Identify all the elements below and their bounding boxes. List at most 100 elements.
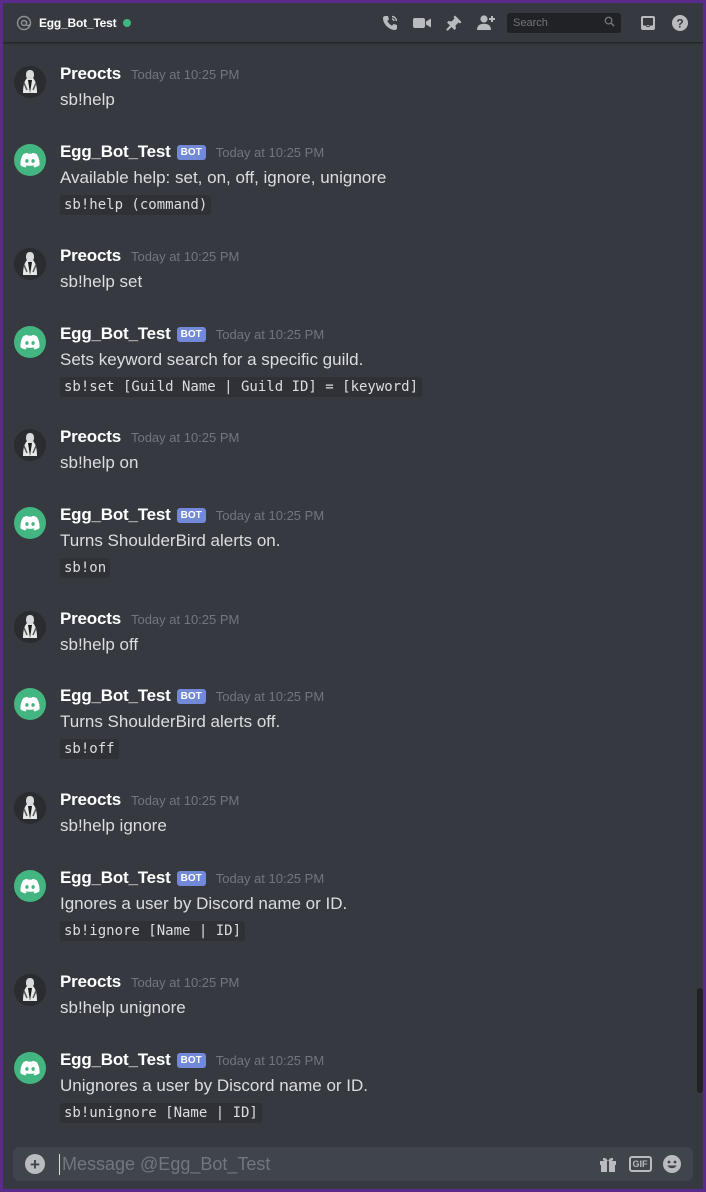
message-text: Sets keyword search for a specific guild…: [60, 350, 364, 369]
inline-code: sb!off: [60, 739, 119, 759]
message-list[interactable]: Preocts Today at 10:25 PM sb!help Egg_Bot_T…: [3, 44, 703, 1141]
message-text: Ignores a user by Discord name or ID.: [60, 894, 348, 913]
message-text: Available help: set, on, off, ignore, un…: [60, 168, 387, 187]
author-name[interactable]: Preocts: [60, 64, 121, 84]
author-name[interactable]: Preocts: [60, 790, 121, 810]
author-name[interactable]: Egg_Bot_Test: [60, 505, 171, 525]
scrollbar-track[interactable]: [695, 44, 701, 1141]
message-text: Unignores a user by Discord name or ID.: [60, 1076, 369, 1095]
message-timestamp: Today at 10:25 PM: [130, 67, 240, 82]
author-name[interactable]: Egg_Bot_Test: [60, 1050, 171, 1070]
message-item[interactable]: Egg_Bot_Test BOT Today at 10:25 PM Sets key…: [3, 324, 703, 397]
svg-text:?: ?: [676, 16, 683, 30]
message-item[interactable]: Egg_Bot_Test BOT Today at 10:25 PM Turns Sh…: [3, 505, 703, 578]
message-timestamp: Today at 10:25 PM: [130, 612, 240, 627]
message-item[interactable]: Preocts Today at 10:25 PM sb!help on: [3, 427, 703, 499]
author-name[interactable]: Egg_Bot_Test: [60, 142, 171, 162]
bot-avatar[interactable]: [14, 870, 46, 902]
header-toolbar: ?: [371, 11, 693, 35]
message-header: Egg_Bot_Test BOT Today at 10:25 PM: [60, 324, 324, 344]
message-text: sb!help set: [60, 272, 143, 291]
message-header: Preocts Today at 10:25 PM: [60, 64, 239, 84]
message-item[interactable]: Egg_Bot_Test BOT Today at 10:25 PM Turns Sh…: [3, 686, 703, 759]
bot-tag: BOT: [176, 508, 206, 523]
inline-code: sb!unignore [Name | ID]: [60, 1103, 262, 1123]
message-header: Preocts Today at 10:25 PM: [60, 790, 239, 810]
user-avatar[interactable]: [14, 248, 46, 280]
bot-avatar[interactable]: [14, 326, 46, 358]
message-item[interactable]: Preocts Today at 10:25 PM sb!help off: [3, 609, 703, 681]
message-item[interactable]: Preocts Today at 10:25 PM sb!help: [3, 64, 703, 136]
message-header: Preocts Today at 10:25 PM: [60, 246, 239, 266]
author-name[interactable]: Preocts: [60, 609, 121, 629]
message-text: Turns ShoulderBird alerts off.: [60, 712, 281, 731]
gift-icon[interactable]: [595, 1151, 621, 1177]
message-header: Preocts Today at 10:25 PM: [60, 972, 239, 992]
gif-label: GIF: [628, 1156, 652, 1172]
bot-tag: BOT: [176, 1053, 206, 1068]
author-name[interactable]: Egg_Bot_Test: [60, 686, 171, 706]
video-icon[interactable]: [409, 11, 435, 35]
author-name[interactable]: Preocts: [60, 246, 121, 266]
message-item[interactable]: Egg_Bot_Test BOT Today at 10:25 PM Unignore…: [3, 1050, 703, 1123]
inline-code: sb!on: [60, 558, 111, 578]
user-avatar[interactable]: [14, 66, 46, 98]
bot-tag: BOT: [176, 145, 206, 160]
bot-tag: BOT: [176, 871, 206, 886]
bot-avatar[interactable]: [14, 144, 46, 176]
message-item[interactable]: Egg_Bot_Test BOT Today at 10:25 PM Ignores …: [3, 868, 703, 941]
channel-header: Egg_Bot_Test Search ?: [3, 3, 703, 43]
message-item[interactable]: Preocts Today at 10:25 PM sb!help ignore: [3, 790, 703, 862]
search-input[interactable]: [513, 16, 604, 29]
message-header: Egg_Bot_Test BOT Today at 10:25 PM: [60, 686, 324, 706]
user-avatar[interactable]: [14, 429, 46, 461]
channel-name: Egg_Bot_Test: [39, 15, 117, 30]
pin-icon[interactable]: [441, 11, 467, 35]
gif-icon[interactable]: GIF: [627, 1151, 653, 1177]
message-item[interactable]: Egg_Bot_Test BOT Today at 10:25 PM Availabl…: [3, 142, 703, 215]
inbox-icon[interactable]: [635, 11, 661, 35]
emoji-icon[interactable]: [659, 1151, 685, 1177]
inline-code: sb!ignore [Name | ID]: [60, 921, 246, 941]
message-composer: + GIF: [13, 1147, 693, 1181]
message-timestamp: Today at 10:25 PM: [215, 1053, 325, 1068]
dm-window: Egg_Bot_Test Search ? Preocts Today at 1…: [3, 3, 703, 1189]
author-name[interactable]: Egg_Bot_Test: [60, 868, 171, 888]
message-input[interactable]: [59, 1153, 589, 1175]
bot-tag: BOT: [176, 689, 206, 704]
message-timestamp: Today at 10:25 PM: [130, 975, 240, 990]
help-icon[interactable]: ?: [667, 11, 693, 35]
message-item[interactable]: Preocts Today at 10:25 PM sb!help set: [3, 246, 703, 318]
bot-avatar[interactable]: [14, 507, 46, 539]
message-text: Turns ShoulderBird alerts on.: [60, 531, 281, 550]
user-avatar[interactable]: [14, 611, 46, 643]
message-timestamp: Today at 10:25 PM: [130, 430, 240, 445]
message-header: Egg_Bot_Test BOT Today at 10:25 PM: [60, 142, 324, 162]
message-header: Egg_Bot_Test BOT Today at 10:25 PM: [60, 505, 324, 525]
message-header: Preocts Today at 10:25 PM: [60, 427, 239, 447]
message-text: sb!help unignore: [60, 998, 186, 1017]
author-name[interactable]: Egg_Bot_Test: [60, 324, 171, 344]
message-item[interactable]: Preocts Today at 10:25 PM sb!help unignore: [3, 972, 703, 1044]
message-timestamp: Today at 10:25 PM: [215, 145, 325, 160]
search-icon: [604, 14, 615, 32]
author-name[interactable]: Preocts: [60, 972, 121, 992]
call-icon[interactable]: [377, 11, 403, 35]
user-avatar[interactable]: [14, 792, 46, 824]
inline-code: sb!set [Guild Name | Guild ID] = [keywor…: [60, 377, 423, 397]
search-box[interactable]: [507, 12, 621, 33]
bot-tag: BOT: [176, 327, 206, 342]
bot-avatar[interactable]: [14, 688, 46, 720]
message-header: Egg_Bot_Test BOT Today at 10:25 PM: [60, 868, 324, 888]
message-header: Preocts Today at 10:25 PM: [60, 609, 239, 629]
at-icon: [15, 14, 33, 32]
add-member-icon[interactable]: [473, 11, 499, 35]
bot-avatar[interactable]: [14, 1052, 46, 1084]
message-header: Egg_Bot_Test BOT Today at 10:25 PM: [60, 1050, 324, 1070]
attach-plus-icon[interactable]: +: [25, 1154, 45, 1174]
message-timestamp: Today at 10:25 PM: [215, 689, 325, 704]
user-avatar[interactable]: [14, 974, 46, 1006]
scrollbar-thumb[interactable]: [697, 988, 703, 1093]
author-name[interactable]: Preocts: [60, 427, 121, 447]
inline-code: sb!help (command): [60, 195, 212, 215]
